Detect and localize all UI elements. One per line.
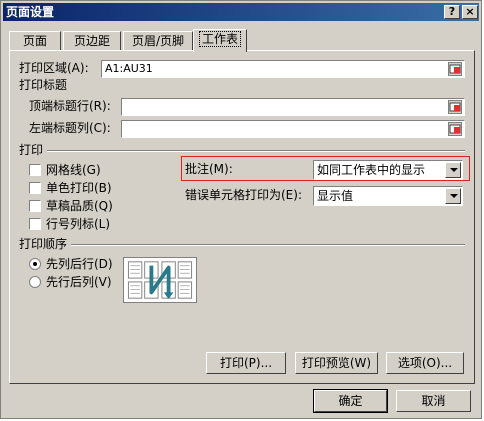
down-then-over-label: 先列后行(D) (46, 257, 113, 271)
tab-page-label: 页面 (22, 34, 47, 48)
top-rows-label: 顶端标题行(R): (29, 99, 111, 113)
black-white-checkbox[interactable] (29, 182, 41, 194)
over-then-down-label: 先行后列(V) (46, 275, 112, 289)
black-white-label: 单色打印(B) (46, 181, 112, 195)
print-preview-button[interactable]: 打印预览(W) (295, 352, 378, 374)
page-order-preview-icon (123, 257, 197, 303)
gridlines-checkbox[interactable] (29, 164, 41, 176)
chevron-down-icon[interactable] (445, 162, 461, 178)
sheet-panel: 打印区域(A): A1:AU31 打印标题 顶端标题行(R): 左端标题列(C)… (9, 50, 475, 384)
collapse-dialog-icon[interactable] (448, 122, 462, 136)
row-col-headings-label: 行号列标(L) (46, 217, 111, 231)
comments-select[interactable]: 如同工作表中的显示 (313, 160, 463, 180)
left-cols-label: 左端标题列(C): (29, 121, 111, 135)
print-area-field[interactable]: A1:AU31 (101, 60, 465, 78)
help-button[interactable]: ? (444, 5, 460, 19)
dialog-title: 页面设置 (6, 5, 55, 19)
print-group-label: 打印 (19, 143, 44, 157)
errors-as-select[interactable]: 显示值 (313, 186, 463, 206)
tab-margins[interactable]: 页边距 (63, 31, 121, 51)
ok-button[interactable]: 确定 (313, 389, 388, 413)
page-order-group-label: 打印顺序 (19, 237, 68, 251)
page-setup-dialog: 页面设置 ? × 页面 页边距 页眉/页脚 工作表 打印区域(A): A1:AU… (0, 0, 482, 419)
print-area-value: A1:AU31 (105, 62, 153, 75)
print-group-divider (47, 150, 465, 152)
close-button[interactable]: × (462, 5, 478, 19)
chevron-down-icon[interactable] (445, 188, 461, 204)
tab-margins-label: 页边距 (73, 34, 110, 48)
over-then-down-radio[interactable] (29, 276, 41, 288)
comments-select-value: 如同工作表中的显示 (317, 163, 426, 177)
options-button[interactable]: 选项(O)... (386, 352, 464, 374)
print-area-label: 打印区域(A): (19, 61, 89, 75)
collapse-dialog-icon[interactable] (448, 62, 462, 76)
print-titles-group-label: 打印标题 (19, 78, 68, 92)
row-col-headings-checkbox[interactable] (29, 218, 41, 230)
errors-as-select-value: 显示值 (317, 189, 354, 203)
gridlines-label: 网格线(G) (46, 163, 101, 177)
page-order-divider (71, 244, 465, 246)
top-rows-field[interactable] (121, 98, 465, 116)
tab-header-footer[interactable]: 页眉/页脚 (123, 31, 193, 51)
cancel-button[interactable]: 取消 (396, 390, 471, 412)
tab-header-footer-label: 页眉/页脚 (131, 34, 185, 48)
comments-label: 批注(M): (185, 162, 233, 176)
draft-quality-checkbox[interactable] (29, 200, 41, 212)
errors-as-label: 错误单元格打印为(E): (185, 188, 302, 202)
tab-sheet-label: 工作表 (198, 31, 241, 47)
collapse-dialog-icon[interactable] (448, 100, 462, 114)
draft-quality-label: 草稿品质(Q) (46, 199, 113, 213)
down-then-over-radio[interactable] (29, 258, 41, 270)
title-bar: 页面设置 ? × (3, 3, 479, 21)
left-cols-field[interactable] (121, 120, 465, 138)
print-button[interactable]: 打印(P)... (206, 352, 286, 374)
tab-page[interactable]: 页面 (9, 31, 61, 51)
tab-sheet[interactable]: 工作表 (193, 29, 247, 52)
